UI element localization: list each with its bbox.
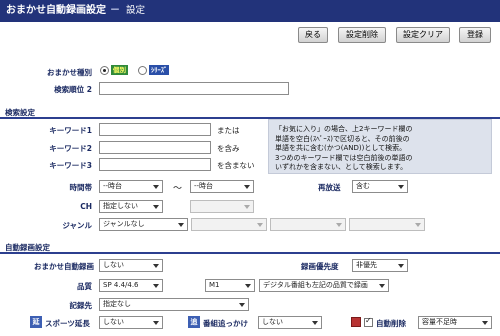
chevron-down-icon	[244, 281, 253, 290]
channel-select[interactable]: 指定しない	[99, 200, 163, 213]
help-line: 単語を共に含む(かつ(AND))として検索。	[275, 144, 407, 152]
type-individual-badge: 個別	[111, 65, 128, 75]
help-line: 「お気に入り」の場合、上2キーワード欄の	[275, 125, 413, 133]
omakase-type-label: おまかせ種別	[47, 68, 92, 77]
type-series-radio[interactable]	[138, 66, 147, 75]
genre-select[interactable]: ジャンルなし	[99, 218, 188, 231]
chevron-down-icon	[238, 300, 247, 309]
destination-label: 記録先	[69, 301, 93, 310]
search-priority-input[interactable]	[99, 82, 289, 95]
rerun-label: 再放送	[318, 183, 341, 192]
program-follow-select[interactable]: しない	[258, 316, 322, 329]
keyword1-label: キーワード1	[49, 126, 92, 135]
help-line: いずれかを含まない、として検索します。	[275, 163, 408, 171]
chevron-down-icon	[243, 202, 252, 211]
auto-delete-select[interactable]: 容量不足時	[418, 316, 492, 329]
sports-extension-icon: 延	[30, 316, 42, 328]
keyword2-suffix: を含み	[217, 144, 240, 153]
page-subtitle: 設定	[126, 5, 146, 16]
record-priority-label: 録画優先度	[301, 262, 339, 271]
type-series-badge: ｼﾘｰｽﾞ	[149, 65, 170, 75]
chevron-down-icon	[152, 281, 161, 290]
program-follow-icon: 追	[188, 316, 200, 328]
back-button[interactable]: 戻る	[298, 27, 328, 43]
time-band-label: 時間帯	[69, 183, 93, 192]
sports-extension-label: スポーツ延長	[45, 319, 90, 328]
search-priority-number: 2	[86, 85, 92, 94]
chevron-down-icon	[256, 220, 265, 229]
rerun-select[interactable]: 含む	[352, 180, 408, 193]
keyword-help-box: 「お気に入り」の場合、上2キーワード欄の 単語を空白(ｽﾍﾟｰｽ)で区切ると、そ…	[268, 119, 492, 174]
chevron-down-icon	[481, 318, 490, 327]
channel-sub-select[interactable]	[190, 200, 254, 213]
time-tilde: ～	[173, 184, 183, 194]
chevron-down-icon	[311, 318, 320, 327]
genre-sub-select-1[interactable]	[191, 218, 267, 231]
genre-label: ジャンル	[62, 221, 92, 230]
genre-sub-select-2[interactable]	[270, 218, 346, 231]
page-title: おまかせ自動録画設定	[6, 5, 106, 16]
auto-delete-label: 自動削除	[376, 319, 406, 328]
mode-select[interactable]: M1	[205, 279, 255, 292]
chevron-down-icon	[152, 318, 161, 327]
chevron-down-icon	[152, 202, 161, 211]
keyword3-label: キーワード3	[49, 161, 92, 170]
chevron-down-icon	[397, 261, 406, 270]
auto-delete-checkbox[interactable]	[364, 316, 373, 327]
digital-quality-select[interactable]: デジタル番組も左記の品質で録画	[259, 279, 389, 292]
auto-record-select[interactable]: しない	[99, 259, 163, 272]
time-from-select[interactable]: --時台	[99, 180, 163, 193]
keyword2-input[interactable]	[99, 141, 211, 154]
chevron-down-icon	[243, 182, 252, 191]
keyword1-suffix: または	[217, 126, 240, 135]
chevron-down-icon	[177, 220, 186, 229]
destination-select[interactable]: 指定なし	[99, 298, 249, 311]
chevron-down-icon	[335, 220, 344, 229]
auto-delete-icon	[351, 317, 361, 327]
keyword3-input[interactable]	[99, 158, 211, 171]
auto-section-rule	[0, 252, 500, 254]
time-to-select[interactable]: --時台	[190, 180, 254, 193]
help-line: 3つめのキーワード欄では空白前後の単語の	[275, 153, 413, 162]
keyword2-label: キーワード2	[49, 144, 92, 153]
chevron-down-icon	[378, 281, 387, 290]
chevron-down-icon	[152, 261, 161, 270]
delete-settings-button[interactable]: 設定削除	[338, 27, 386, 43]
sports-extension-select[interactable]: しない	[99, 316, 163, 329]
keyword1-input[interactable]	[99, 123, 211, 136]
type-individual-radio[interactable]	[100, 66, 109, 75]
clear-settings-button[interactable]: 設定クリア	[396, 27, 450, 43]
register-button[interactable]: 登録	[459, 27, 491, 43]
chevron-down-icon	[397, 182, 406, 191]
quality-select[interactable]: SP 4.4/4.6	[99, 279, 163, 292]
record-priority-select[interactable]: 非優先	[352, 259, 408, 272]
chevron-down-icon	[152, 182, 161, 191]
auto-record-label: おまかせ自動録画	[34, 262, 94, 271]
channel-label: CH	[80, 202, 92, 211]
keyword3-suffix: を含まない	[217, 161, 255, 170]
program-follow-label: 番組追っかけ	[203, 319, 248, 328]
quality-label: 品質	[77, 282, 92, 291]
help-line: 単語を空白(ｽﾍﾟｰｽ)で区切ると、その前後の	[275, 134, 410, 143]
page-header: おまかせ自動録画設定 － 設定	[0, 0, 500, 22]
search-priority-label: 検索順位 2	[54, 85, 92, 94]
genre-sub-select-3[interactable]	[349, 218, 425, 231]
title-separator: －	[110, 5, 120, 16]
chevron-down-icon	[414, 220, 423, 229]
